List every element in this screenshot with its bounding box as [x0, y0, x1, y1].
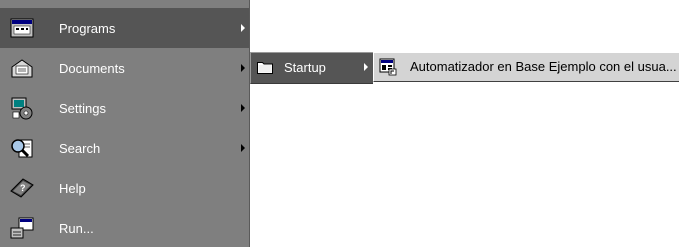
submenu-item-startup[interactable]: Startup [251, 53, 373, 83]
submenu-item-program[interactable]: Automatizador en Base Ejemplo con el usu… [374, 53, 679, 81]
menu-item-help[interactable]: ? Help [0, 168, 249, 208]
menu-item-label: Programs [59, 20, 116, 36]
submenu-item-label: Startup [284, 60, 326, 75]
menu-item-search[interactable]: Search [0, 128, 249, 168]
menu-item-label: Documents [59, 60, 125, 76]
search-icon [11, 139, 33, 158]
menu-item-documents[interactable]: Documents [0, 48, 249, 88]
settings-icon [11, 97, 33, 120]
programs-submenu: Startup [250, 52, 373, 84]
menu-item-settings[interactable]: Settings [0, 88, 249, 128]
submenu-arrow-icon [364, 63, 368, 71]
documents-icon [11, 59, 33, 78]
submenu-arrow-icon [241, 144, 245, 152]
programs-icon [10, 18, 34, 38]
menu-item-run[interactable]: Run... [0, 208, 249, 247]
svg-text:?: ? [20, 183, 26, 193]
folder-icon [257, 62, 273, 74]
help-icon: ? [10, 178, 34, 198]
startup-submenu: Automatizador en Base Ejemplo con el usu… [373, 52, 679, 82]
submenu-arrow-icon [241, 64, 245, 72]
program-shortcut-icon [379, 58, 397, 76]
start-menu-screen: Programs Documents Settings Search ? Hel… [0, 0, 679, 247]
menu-item-label: Run... [59, 220, 94, 236]
submenu-arrow-icon [241, 104, 245, 112]
menu-item-label: Search [59, 140, 101, 156]
menu-item-label: Settings [59, 100, 106, 116]
menu-item-label: Help [59, 180, 86, 196]
submenu-arrow-icon [241, 24, 245, 32]
menu-item-programs[interactable]: Programs [0, 8, 249, 48]
start-menu: Programs Documents Settings Search ? Hel… [0, 0, 250, 247]
submenu-item-label: Automatizador en Base Ejemplo con el usu… [410, 59, 677, 74]
run-icon [10, 217, 34, 239]
